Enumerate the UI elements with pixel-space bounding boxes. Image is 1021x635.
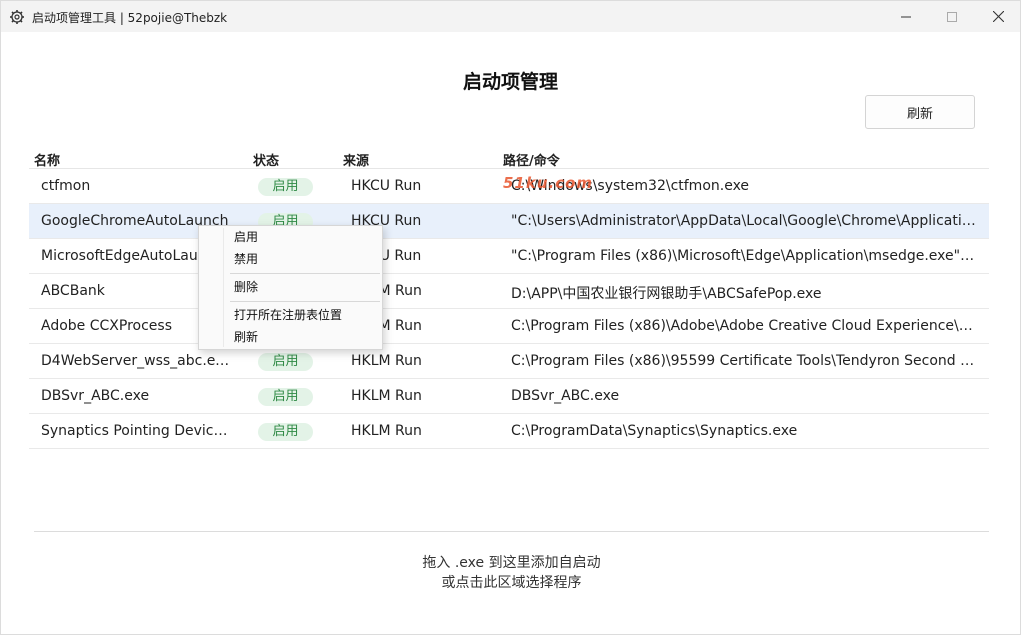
context-menu: 启用 禁用 删除 打开所在注册表位置 刷新 <box>198 225 383 350</box>
menu-item-open-registry[interactable]: 打开所在注册表位置 <box>199 304 382 326</box>
menu-item-delete[interactable]: 删除 <box>199 276 382 298</box>
window-title: 启动项管理工具 | 52pojie@Thebzk <box>32 11 228 25</box>
row-name: D4WebServer_wss_abc.exe <box>41 353 231 369</box>
status-badge: 启用 <box>258 423 313 441</box>
maximize-icon <box>947 7 957 26</box>
menu-separator <box>230 301 380 302</box>
menu-item-refresh[interactable]: 刷新 <box>199 326 382 348</box>
row-path: D:\APP\中国农业银行网银助手\ABCSafePop.exe <box>511 286 822 302</box>
title-bar[interactable]: 启动项管理工具 | 52pojie@Thebzk <box>1 1 1020 32</box>
column-header-source[interactable]: 来源 <box>343 150 369 169</box>
table-row[interactable]: GoogleChromeAutoLaunch 启用 HKCU Run "C:\U… <box>29 204 989 239</box>
table-row[interactable]: MicrosoftEdgeAutoLaunch 启用 HKCU Run "C:\… <box>29 239 989 274</box>
row-path: C:\ProgramData\Synaptics\Synaptics.exe <box>511 423 798 439</box>
column-header-name[interactable]: 名称 <box>34 150 60 169</box>
close-button[interactable] <box>975 1 1021 32</box>
status-badge: 启用 <box>258 353 313 371</box>
row-path: C:\Program Files (x86)\95599 Certificate… <box>511 353 977 369</box>
row-path: "C:\Users\Administrator\AppData\Local\Go… <box>511 213 977 229</box>
close-icon <box>992 7 1004 26</box>
startup-table: ctfmon 启用 HKCU Run C:\Windows\system32\c… <box>29 169 989 449</box>
page-title: 启动项管理 <box>462 71 558 93</box>
menu-separator <box>230 273 380 274</box>
app-window: 启动项管理工具 | 52pojie@Thebzk 启动项管理 刷新 名称 状态 … <box>0 0 1021 635</box>
drop-hint-line2: 或点击此区域选择程序 <box>441 575 582 591</box>
row-path: C:\Program Files (x86)\Adobe\Adobe Creat… <box>511 318 977 334</box>
watermark: 51ku.com <box>503 174 594 192</box>
maximize-button[interactable] <box>929 1 975 32</box>
row-path: DBSvr_ABC.exe <box>511 388 620 404</box>
column-header-status[interactable]: 状态 <box>253 150 279 169</box>
table-row[interactable]: DBSvr_ABC.exe 启用 HKLM Run DBSvr_ABC.exe <box>29 379 989 414</box>
row-name: ctfmon <box>41 178 91 194</box>
menu-item-disable[interactable]: 禁用 <box>199 248 382 270</box>
row-path: "C:\Program Files (x86)\Microsoft\Edge\A… <box>511 248 977 264</box>
row-source: HKLM Run <box>351 423 422 439</box>
row-source: HKLM Run <box>351 388 422 404</box>
refresh-button[interactable]: 刷新 <box>865 95 975 129</box>
table-row[interactable]: Synaptics Pointing Device Driver 启用 HKLM… <box>29 414 989 449</box>
row-name: DBSvr_ABC.exe <box>41 388 150 404</box>
minimize-button[interactable] <box>883 1 929 32</box>
drop-zone[interactable]: 拖入 .exe 到这里添加自启动 或点击此区域选择程序 <box>34 537 989 627</box>
row-source: HKCU Run <box>351 178 422 194</box>
drop-zone-divider <box>34 531 989 532</box>
table-row[interactable]: D4WebServer_wss_abc.exe 启用 HKLM Run C:\P… <box>29 344 989 379</box>
column-header-path[interactable]: 路径/命令 <box>503 150 560 169</box>
status-badge: 启用 <box>258 388 313 406</box>
minimize-icon <box>901 7 911 26</box>
row-source: HKLM Run <box>351 353 422 369</box>
status-badge: 启用 <box>258 178 313 196</box>
drop-hint-line1: 拖入 .exe 到这里添加自启动 <box>422 555 601 571</box>
gear-icon <box>9 9 25 25</box>
table-row[interactable]: Adobe CCXProcess 启用 HKLM Run C:\Program … <box>29 309 989 344</box>
table-row[interactable]: ABCBank 启用 HKLM Run D:\APP\中国农业银行网银助手\AB… <box>29 274 989 309</box>
row-name: Synaptics Pointing Device Driver <box>41 423 231 439</box>
menu-item-enable[interactable]: 启用 <box>199 226 382 248</box>
